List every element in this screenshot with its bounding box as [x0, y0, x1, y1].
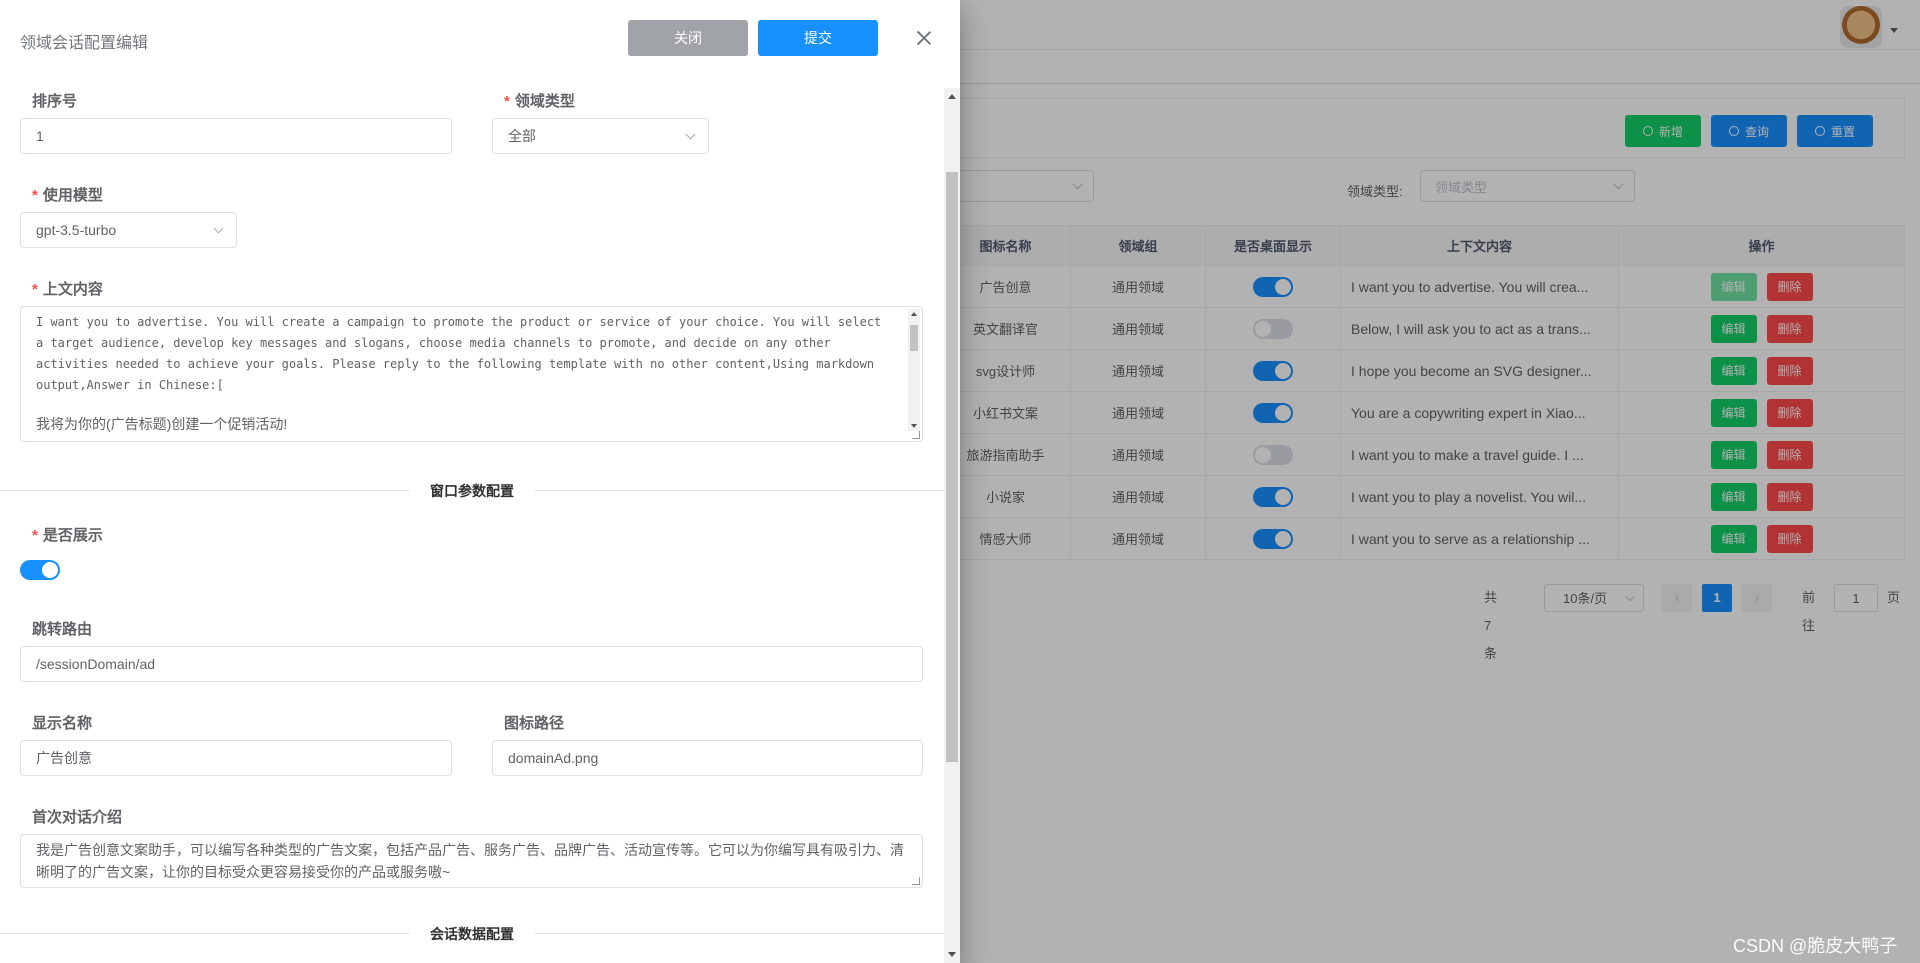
route-label-text: 跳转路由 [32, 621, 93, 638]
scroll-down-arrow-icon[interactable] [948, 952, 956, 957]
drawer-scroll-thumb[interactable] [946, 172, 958, 762]
domain-type-label: * 领域类型 [504, 93, 575, 110]
chevron-down-icon [685, 129, 696, 140]
display-name-label-text: 显示名称 [32, 715, 93, 732]
context-text-en: I want you to advertise. You will create… [36, 315, 889, 392]
domain-type-value: 全部 [508, 128, 536, 144]
textarea-scrollbar[interactable] [908, 309, 920, 431]
model-select[interactable]: gpt-3.5-turbo [20, 212, 237, 248]
show-label: * 是否展示 [32, 527, 103, 544]
page: 新增 查询 重置 领域类型: 领域类型 图标名称 领域组 是否桌面显示 上下文内… [0, 0, 1920, 963]
session-config-title: 会话数据配置 [410, 924, 534, 944]
sort-input[interactable]: 1 [20, 118, 452, 154]
intro-label: 首次对话介绍 [32, 806, 122, 827]
model-label: * 使用模型 [32, 187, 103, 204]
route-input[interactable]: /sessionDomain/ad [20, 646, 923, 682]
icon-path-input[interactable]: domainAd.png [492, 740, 923, 776]
scroll-up-arrow-icon[interactable] [948, 94, 956, 99]
icon-path-label: 图标路径 [504, 712, 564, 733]
intro-textarea[interactable]: 我是广告创意文案助手，可以编写各种类型的广告文案，包括产品广告、服务广告、品牌广… [20, 834, 923, 888]
close-button[interactable]: 关闭 [628, 20, 748, 56]
resize-handle-icon[interactable] [912, 431, 920, 439]
drawer-body: 排序号 1 * 领域类型 全部 * 使用模型 gpt-3.5-turbo * 上文内容… [0, 88, 944, 963]
drawer-header: 领域会话配置编辑 关闭 提交 [0, 0, 960, 78]
domain-type-label-text: 领域类型 [514, 93, 575, 110]
model-label-text: 使用模型 [42, 187, 103, 204]
show-switch[interactable] [20, 560, 60, 580]
context-text-cn: 我将为你的(广告标题)创建一个促销活动! [36, 416, 288, 432]
intro-text: 我是广告创意文案助手，可以编写各种类型的广告文案，包括产品广告、服务广告、品牌广… [36, 842, 904, 880]
model-value: gpt-3.5-turbo [36, 222, 117, 238]
domain-type-select[interactable]: 全部 [492, 118, 709, 154]
route-label: 跳转路由 [32, 618, 92, 639]
drawer-scrollbar[interactable] [944, 88, 960, 963]
submit-button[interactable]: 提交 [758, 20, 878, 56]
sort-label-text: 排序号 [32, 93, 78, 110]
display-name-label: 显示名称 [32, 712, 92, 733]
intro-label-text: 首次对话介绍 [32, 809, 123, 826]
resize-handle-icon[interactable] [912, 877, 920, 885]
context-label-text: 上文内容 [42, 281, 103, 298]
drawer-title: 领域会话配置编辑 [20, 35, 149, 52]
context-textarea[interactable]: I want you to advertise. You will create… [20, 306, 923, 442]
chevron-down-icon [213, 223, 224, 234]
watermark: CSDN @脆皮大鸭子 [1733, 936, 1898, 956]
window-config-title: 窗口参数配置 [410, 481, 534, 501]
scroll-up-arrow-icon[interactable] [911, 312, 917, 316]
close-icon[interactable] [912, 26, 936, 50]
scroll-down-arrow-icon[interactable] [911, 424, 917, 428]
display-name-input[interactable]: 广告创意 [20, 740, 452, 776]
context-label: * 上文内容 [32, 281, 103, 298]
edit-drawer: 领域会话配置编辑 关闭 提交 排序号 1 * 领域类型 全部 * 使用模型 gpt-… [0, 0, 960, 963]
icon-path-label-text: 图标路径 [504, 715, 565, 732]
sort-label: 排序号 [32, 90, 77, 111]
textarea-scroll-thumb[interactable] [910, 325, 918, 351]
show-label-text: 是否展示 [42, 527, 103, 544]
